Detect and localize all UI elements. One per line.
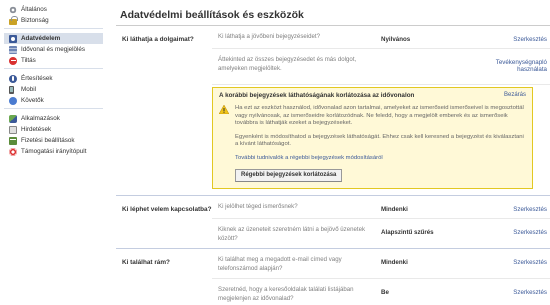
sidebar-item-label: Fizetési beállítások [21, 137, 75, 144]
learn-more-link[interactable]: További tudnivalók a régebbi bejegyzések… [235, 155, 526, 163]
section-who-can-contact: Ki léphet velem kapcsolatba? Ki jelölhet… [116, 196, 550, 250]
sidebar-item-payments[interactable]: Fizetési beállítások [4, 135, 103, 146]
sidebar-item-label: Értesítések [21, 75, 53, 82]
block-icon [9, 56, 17, 65]
setting-row: Ki láthatja a jövőbeni bejegyzéseidet? N… [212, 26, 550, 49]
gear-icon [9, 5, 17, 14]
sidebar-item-security[interactable]: Biztonság [4, 15, 103, 26]
edit-link[interactable]: Szerkesztés [481, 219, 550, 236]
sidebar-item-timeline[interactable]: Idővonal és megjelölés [4, 44, 103, 55]
followers-icon [9, 96, 17, 105]
section-body: Ki láthatja a jövőbeni bejegyzéseidet? N… [212, 26, 550, 195]
setting-value: Alapszintű szűrés [381, 229, 434, 237]
edit-link[interactable]: Szerkesztés [481, 249, 550, 266]
setting-question: Áttekinted az összes bejegyzésedet és má… [218, 56, 357, 72]
activity-log-link[interactable]: Tevékenységnapló használata [481, 49, 550, 73]
sidebar-group-apps: Alkalmazások Hirdetések Fizetési beállít… [4, 109, 103, 159]
sidebar: Általános Biztonság Adatvédelem Idővonal… [0, 0, 107, 305]
setting-value: Mindenki [381, 259, 408, 267]
setting-value [381, 49, 481, 59]
edit-link[interactable]: Szerkesztés [481, 196, 550, 213]
page-title: Adatvédelmi beállítások és eszközök [116, 0, 550, 26]
setting-row: Kiknek az üzeneteit szeretném látni a be… [212, 219, 550, 248]
sidebar-item-privacy[interactable]: Adatvédelem [4, 33, 103, 44]
sidebar-item-apps[interactable]: Alkalmazások [4, 113, 103, 124]
sidebar-item-general[interactable]: Általános [4, 4, 103, 15]
notification-icon [9, 74, 17, 83]
sidebar-item-blocking[interactable]: Tiltás [4, 55, 103, 66]
warning-icon [219, 105, 229, 114]
apps-icon [9, 114, 17, 123]
edit-link[interactable]: Szerkesztés [481, 279, 550, 296]
setting-question: Ki láthatja a jövőbeni bejegyzéseidet? [218, 33, 320, 40]
sidebar-item-label: Biztonság [21, 17, 49, 24]
setting-value: Be [381, 289, 389, 297]
sidebar-group-notifications: Értesítések Mobil Követők [4, 69, 103, 109]
setting-question: Szeretnéd, hogy a keresőoldalak találati… [218, 286, 354, 302]
sidebar-item-label: Alkalmazások [21, 115, 60, 122]
sidebar-item-label: Tiltás [21, 57, 36, 64]
notice-paragraph: Ha ezt az eszközt használod, idővonalad … [235, 105, 524, 127]
sidebar-item-notifications[interactable]: Értesítések [4, 73, 103, 84]
privacy-icon [9, 34, 17, 43]
lock-icon [9, 15, 18, 25]
setting-value: Mindenki [381, 206, 408, 214]
sidebar-item-support[interactable]: Támogatási irányítópult [4, 146, 103, 157]
section-label: Ki léphet velem kapcsolatba? [122, 206, 212, 214]
setting-row: Ki jelölhet téged ismerősnek? Mindenki S… [212, 196, 550, 220]
limit-past-posts-notice: A korábbi bejegyzések láthatóságának kor… [212, 87, 533, 190]
limit-past-posts-button[interactable]: Régebbi bejegyzések korlátozása [235, 168, 343, 183]
ads-icon [9, 125, 17, 134]
section-label: Ki láthatja a dolgaimat? [122, 36, 194, 43]
setting-row: Szeretnéd, hogy a keresőoldalak találati… [212, 279, 550, 305]
setting-question: Kiknek az üzeneteit szeretném látni a be… [218, 226, 366, 242]
edit-link[interactable]: Szerkesztés [481, 26, 550, 43]
payments-icon [9, 136, 17, 145]
sidebar-item-ads[interactable]: Hirdetések [4, 124, 103, 135]
notice-paragraph: Egyenként is módosíthatod a bejegyzések … [235, 133, 524, 148]
section-label: Ki találhat rám? [122, 259, 170, 267]
notice-content: Ha ezt az eszközt használod, idővonalad … [217, 105, 526, 183]
section-body: Ki találhat meg a megadott e-mail címed … [212, 249, 550, 305]
sidebar-item-label: Hirdetések [21, 126, 52, 133]
main-content: Adatvédelmi beállítások és eszközök Ki l… [116, 0, 550, 305]
setting-question: Ki jelölhet téged ismerősnek? [218, 203, 298, 211]
sidebar-item-label: Mobil [21, 86, 37, 93]
setting-question: Ki találhat meg a megadott e-mail címed … [218, 256, 342, 272]
sidebar-item-followers[interactable]: Követők [4, 95, 103, 106]
section-body: Ki jelölhet téged ismerősnek? Mindenki S… [212, 196, 550, 248]
setting-value: Nyilvános [381, 36, 411, 43]
setting-row: Áttekinted az összes bejegyzésedet és má… [212, 49, 550, 85]
sidebar-item-label: Követők [21, 97, 44, 104]
setting-row: Ki találhat meg a megadott e-mail címed … [212, 249, 550, 280]
section-who-can-find: Ki találhat rám? Ki találhat meg a megad… [116, 249, 550, 305]
close-notice-link[interactable]: Bezárás [504, 92, 526, 98]
section-who-can-see: Ki láthatja a dolgaimat? Ki láthatja a j… [116, 26, 550, 197]
sidebar-group-privacy: Adatvédelem Idővonal és megjelölés Tiltá… [4, 29, 103, 69]
sidebar-item-label: Támogatási irányítópult [21, 148, 87, 155]
support-icon [9, 147, 17, 156]
sidebar-group-account: Általános Biztonság [4, 0, 103, 29]
sidebar-item-label: Adatvédelem [21, 35, 61, 42]
mobile-icon [9, 85, 14, 94]
sidebar-item-label: Idővonal és megjelölés [21, 46, 86, 53]
sidebar-item-label: Általános [21, 6, 47, 13]
sidebar-item-mobile[interactable]: Mobil [4, 84, 103, 95]
notice-text: Ha ezt az eszközt használod, idővonalad … [235, 105, 526, 183]
timeline-icon [9, 45, 17, 54]
notice-title: A korábbi bejegyzések láthatóságának kor… [219, 92, 415, 99]
